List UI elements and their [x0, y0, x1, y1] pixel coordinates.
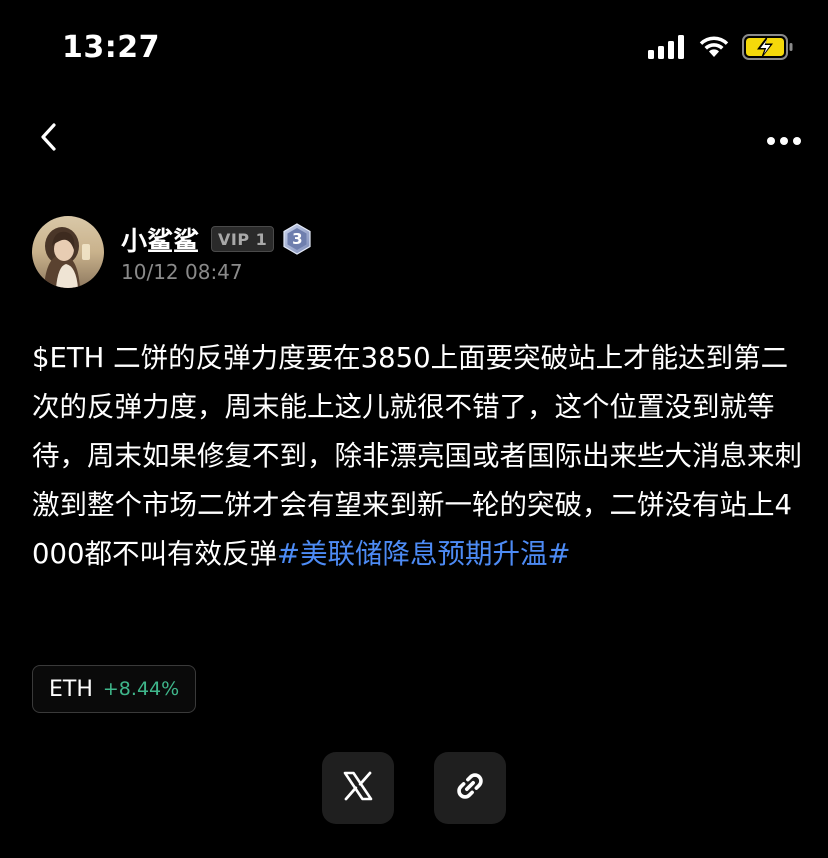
coin-price-change: +8.44%	[102, 678, 180, 700]
wifi-icon	[698, 35, 730, 63]
more-horizontal-icon	[766, 131, 802, 150]
link-icon	[453, 769, 487, 807]
post-content: $ETH 二饼的反弹力度要在3850上面要突破站上才能达到第二次的反弹力度，周末…	[32, 334, 802, 579]
post-text: $ETH 二饼的反弹力度要在3850上面要突破站上才能达到第二次的反弹力度，周末…	[32, 342, 802, 570]
coin-symbol: ETH	[49, 676, 93, 702]
level-number: 3	[292, 230, 303, 248]
cellular-signal-icon	[648, 35, 686, 63]
chevron-left-icon	[37, 121, 61, 157]
copy-link-button[interactable]	[434, 752, 506, 824]
status-time: 13:27	[62, 30, 160, 65]
level-badge: 3	[282, 223, 312, 255]
share-to-x-button[interactable]	[322, 752, 394, 824]
status-icons	[648, 34, 794, 64]
post-timestamp: 10/12 08:47	[121, 260, 243, 284]
coin-tag-eth[interactable]: ETH +8.44%	[32, 665, 197, 713]
author-meta: 小鲨鲨 VIP 1 3 10/12 08:47	[121, 220, 312, 284]
status-bar: 13:27	[0, 0, 828, 96]
vip-badge: VIP 1	[211, 226, 275, 252]
back-button[interactable]	[28, 118, 70, 160]
battery-charging-icon	[742, 34, 794, 64]
hashtag-link[interactable]: #美联储降息预期升温#	[277, 538, 571, 570]
author-name-row: 小鲨鲨 VIP 1 3	[121, 220, 312, 258]
x-logo-icon	[343, 771, 373, 805]
avatar[interactable]	[32, 216, 104, 288]
author-name[interactable]: 小鲨鲨	[121, 221, 199, 258]
more-options-button[interactable]	[764, 122, 804, 158]
post-author-header: 小鲨鲨 VIP 1 3 10/12 08:47	[32, 214, 312, 290]
